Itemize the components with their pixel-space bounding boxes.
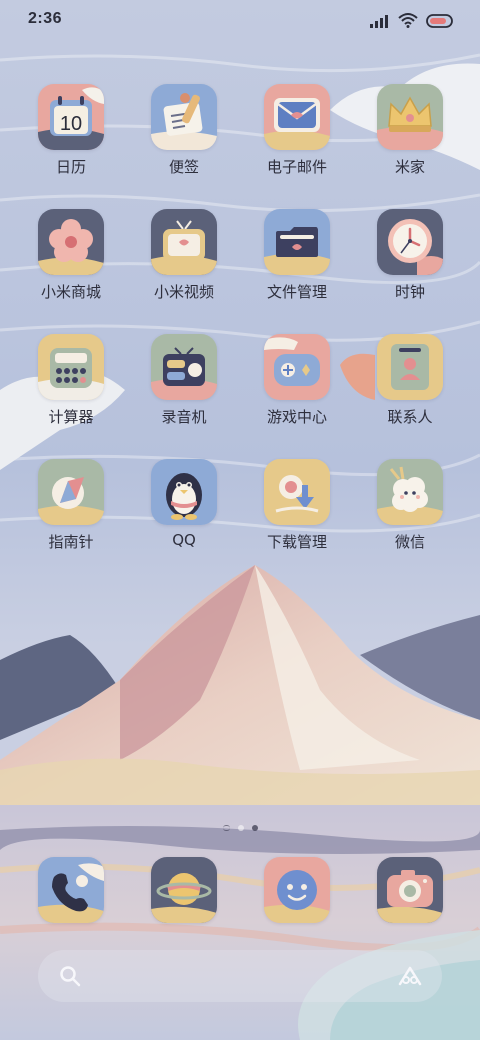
status-icons [370,12,454,32]
dock-phone[interactable] [16,857,126,927]
page-indicator[interactable] [215,822,265,834]
smiley-message-icon [264,857,330,923]
search-icon[interactable] [52,958,88,994]
dock-browser[interactable] [129,857,239,927]
assistant-icon[interactable] [392,958,428,994]
cellular-signal-icon [370,13,390,32]
page-dot-2 [237,825,244,831]
dock-messages[interactable] [242,857,352,927]
search-bar[interactable] [38,950,442,1002]
dock [0,0,480,1040]
dock-camera[interactable] [355,857,465,927]
wifi-icon [398,12,418,32]
planet-icon [151,857,217,923]
page-dot-3 [251,825,258,831]
page-dot-1 [222,825,230,831]
phone-icon [38,857,104,923]
status-bar: 2:36 [0,0,480,42]
camera-icon [377,857,443,923]
status-time: 2:36 [28,10,63,27]
battery-icon [426,13,454,32]
